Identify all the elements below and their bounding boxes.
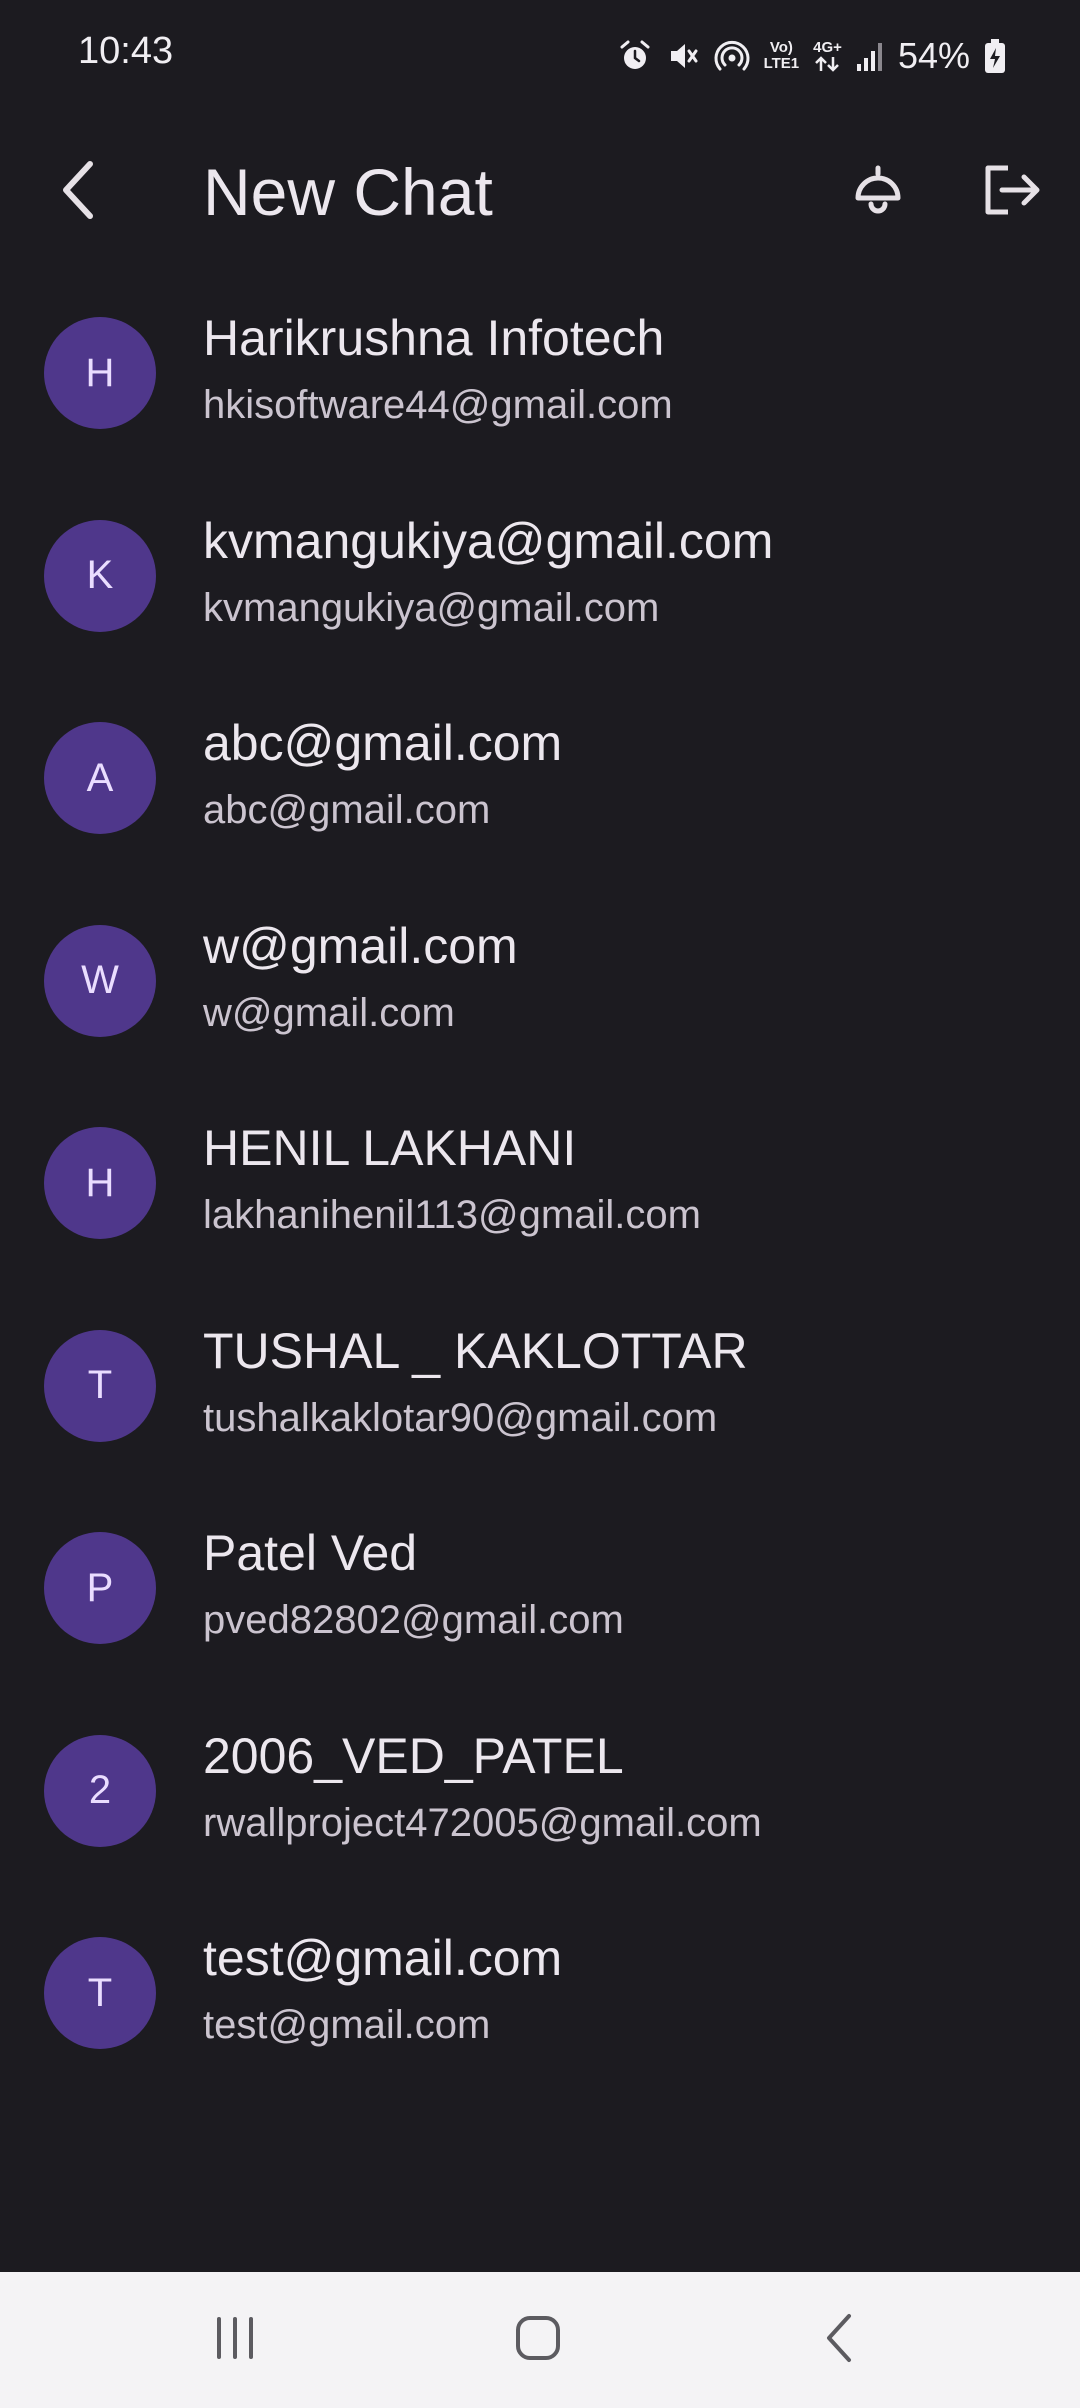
contact-email: kvmangukiya@gmail.com <box>203 585 660 630</box>
network-bottom-label: LTE1 <box>763 55 800 72</box>
contact-email: tushalkaklotar90@gmail.com <box>203 1395 718 1440</box>
screen: 10:43 Vo) LTE1 4G+ 54% New Chat H Harikr… <box>0 0 1080 2408</box>
contact-name: abc@gmail.com <box>203 715 563 771</box>
home-button[interactable] <box>493 2300 583 2380</box>
avatar: H <box>44 317 156 429</box>
list-item[interactable]: H HENIL LAKHANI lakhanihenil113@gmail.co… <box>0 1082 1080 1285</box>
contact-email: hkisoftware44@gmail.com <box>203 383 673 427</box>
battery-percent: 54% <box>897 35 970 76</box>
avatar: T <box>44 1329 156 1442</box>
list-item[interactable]: T TUSHAL _ KAKLOTTAR tushalkaklotar90@gm… <box>0 1285 1080 1488</box>
status-time: 10:43 <box>78 30 174 72</box>
list-item[interactable]: P Patel Ved pved82802@gmail.com <box>0 1487 1080 1690</box>
recent-apps-button[interactable] <box>190 2300 280 2380</box>
avatar: T <box>44 1937 156 2049</box>
contact-name: HENIL LAKHANI <box>203 1120 577 1176</box>
logout-button[interactable] <box>972 152 1052 232</box>
avatar: P <box>44 1532 156 1644</box>
contact-name: w@gmail.com <box>203 917 518 974</box>
contact-name: Patel Ved <box>203 1525 418 1581</box>
battery-charging-icon <box>984 38 1006 74</box>
signal-icon <box>856 40 884 72</box>
logout-icon <box>982 162 1042 223</box>
avatar: A <box>44 722 156 834</box>
system-nav-bar <box>0 2272 1080 2408</box>
mute-icon <box>666 39 700 73</box>
back-nav-icon <box>821 2312 861 2369</box>
app-bar: New Chat <box>0 112 1080 272</box>
alarm-icon <box>618 39 652 73</box>
home-icon <box>513 2313 563 2368</box>
list-item[interactable]: 2 2006_VED_PATEL rwallproject472005@gmai… <box>0 1690 1080 1893</box>
contact-name: TUSHAL _ KAKLOTTAR <box>203 1322 748 1379</box>
contact-name: 2006_VED_PATEL <box>203 1727 624 1784</box>
contact-email: lakhanihenil113@gmail.com <box>203 1193 701 1237</box>
list-item[interactable]: T test@gmail.com test@gmail.com <box>0 1892 1080 2095</box>
contact-email: pved82802@gmail.com <box>203 1598 624 1642</box>
data-type-label: 4G+ <box>813 39 842 56</box>
list-item[interactable]: A abc@gmail.com abc@gmail.com <box>0 677 1080 880</box>
list-item[interactable]: W w@gmail.com w@gmail.com <box>0 880 1080 1083</box>
contact-email: abc@gmail.com <box>203 788 491 832</box>
volte-icon: Vo) LTE1 <box>764 40 800 72</box>
hotspot-icon <box>714 38 750 74</box>
avatar: K <box>44 519 156 632</box>
list-item[interactable]: K kvmangukiya@gmail.com kvmangukiya@gmai… <box>0 475 1080 678</box>
back-button[interactable] <box>40 152 120 232</box>
network-top-label: Vo) <box>769 39 793 56</box>
avatar: H <box>44 1127 156 1239</box>
list-item[interactable]: H Harikrushna Infotech hkisoftware44@gma… <box>0 272 1080 475</box>
back-nav-button[interactable] <box>796 2300 886 2380</box>
contact-name: Harikrushna Infotech <box>203 310 665 366</box>
contact-name: kvmangukiya@gmail.com <box>203 512 774 569</box>
back-arrow-icon <box>56 160 104 225</box>
contact-email: test@gmail.com <box>203 2003 491 2047</box>
contact-email: rwallproject472005@gmail.com <box>203 1800 762 1845</box>
contact-name: test@gmail.com <box>203 1930 563 1986</box>
status-bar: 10:43 Vo) LTE1 4G+ 54% <box>0 0 1080 112</box>
notification-button[interactable] <box>838 152 918 232</box>
contact-list: H Harikrushna Infotech hkisoftware44@gma… <box>0 272 1080 2095</box>
status-icons: Vo) LTE1 4G+ 54% <box>618 32 1006 80</box>
bell-icon <box>850 162 906 223</box>
recent-apps-icon <box>210 2315 260 2366</box>
avatar: W <box>44 924 156 1037</box>
data-arrows-icon: 4G+ <box>813 40 842 72</box>
contact-email: w@gmail.com <box>203 990 455 1035</box>
avatar: 2 <box>44 1734 156 1847</box>
page-title: New Chat <box>203 155 493 229</box>
